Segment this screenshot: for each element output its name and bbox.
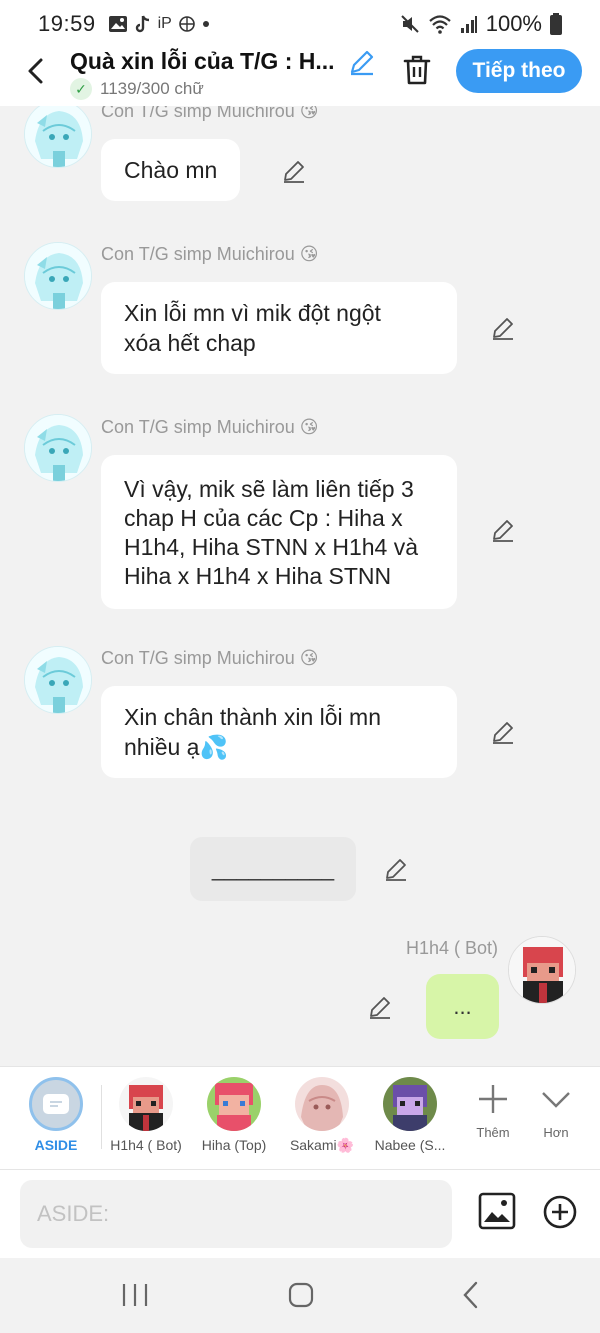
edit-title-icon[interactable]	[348, 48, 376, 76]
edit-message-icon[interactable]	[367, 994, 393, 1020]
sender-name: Con T/G simp Muichirou 😘	[101, 106, 319, 121]
character-label: Sakami🌸	[289, 1137, 355, 1153]
message-line: Xin chân thành xin lỗi mn	[124, 704, 381, 730]
add-label: Thêm	[476, 1125, 510, 1140]
character-h1h4[interactable]: H1h4 ( Bot)	[104, 1077, 188, 1153]
pixel-avatar-image	[207, 1077, 261, 1131]
character-divider	[101, 1085, 102, 1149]
message-bubble[interactable]: Vì vậy, mik sẽ làm liên tiếp 3 chap H củ…	[101, 455, 457, 609]
mute-icon	[401, 15, 419, 33]
author-avatar[interactable]	[24, 242, 92, 310]
character-avatar	[207, 1077, 261, 1131]
gallery-icon	[108, 16, 127, 32]
back-button[interactable]	[20, 56, 50, 86]
recents-icon[interactable]	[120, 1282, 150, 1308]
bot-avatar[interactable]	[508, 936, 576, 1004]
chevron-down-icon	[542, 1092, 570, 1108]
image-icon[interactable]	[478, 1192, 516, 1230]
status-time: 19:59	[38, 11, 96, 36]
anime-avatar-image	[25, 415, 91, 481]
character-hiha[interactable]: Hiha (Top)	[192, 1077, 276, 1153]
sender-name: Con T/G simp Muichirou 😘	[101, 244, 319, 264]
wifi-icon	[428, 15, 451, 34]
author-avatar[interactable]	[24, 414, 92, 482]
author-avatar[interactable]	[24, 106, 92, 168]
character-avatar	[383, 1077, 437, 1131]
author-avatar[interactable]	[24, 646, 92, 714]
bot-sender-name: H1h4 ( Bot)	[405, 938, 498, 958]
nav-back-icon[interactable]	[460, 1280, 482, 1310]
next-button[interactable]: Tiếp theo	[456, 49, 582, 93]
message-line: nhiều ạ💦	[124, 734, 229, 760]
battery-percent: 100%	[485, 11, 542, 36]
message-line: Vì vậy, mik sẽ làm liên tiếp 3	[124, 476, 414, 502]
character-label: ASIDE	[34, 1137, 78, 1153]
message-input[interactable]	[20, 1180, 452, 1248]
message-bubble[interactable]: Chào mn	[101, 139, 241, 201]
message-icon	[43, 1094, 69, 1114]
battery-icon	[550, 13, 562, 35]
bot-message-bubble[interactable]: ...	[426, 974, 499, 1039]
message-line: Xin lỗi mn vì mik đột ngột	[124, 300, 381, 326]
character-avatar	[295, 1077, 349, 1131]
notification-icons: iP	[108, 14, 210, 34]
sender-name: Con T/G simp Muichirou 😘	[101, 417, 319, 437]
add-circle-icon[interactable]	[542, 1194, 578, 1230]
more-characters-button[interactable]: Hơn	[526, 1083, 586, 1140]
tiktok-icon	[135, 15, 149, 33]
check-icon: ✓	[70, 78, 92, 100]
anime-avatar-image	[295, 1077, 349, 1131]
add-character-button[interactable]: Thêm	[463, 1083, 523, 1140]
plus-icon	[479, 1085, 507, 1113]
more-label: Hơn	[543, 1125, 569, 1140]
edit-message-icon[interactable]	[490, 517, 516, 543]
character-label: Hiha (Top)	[201, 1137, 267, 1153]
dot-icon	[202, 21, 209, 27]
character-aside[interactable]: ASIDE	[14, 1077, 98, 1153]
pinwheel-icon	[178, 16, 195, 32]
edit-message-icon[interactable]	[281, 158, 307, 184]
system-nav-bar	[0, 1258, 600, 1333]
anime-avatar-image	[25, 243, 91, 309]
pixel-avatar-image	[509, 937, 575, 1003]
word-count-text: 1139/300 chữ	[100, 79, 204, 98]
character-nabee[interactable]: Nabee (S...	[368, 1077, 452, 1153]
aside-avatar	[29, 1077, 83, 1131]
message-line: chap H của các Cp : Hiha x	[124, 505, 403, 531]
edit-message-icon[interactable]	[383, 856, 409, 882]
character-sakami[interactable]: Sakami🌸	[280, 1077, 364, 1154]
anime-avatar-image	[25, 106, 91, 167]
chat-area[interactable]: Con T/G simp Muichirou 😘 Chào mn Con T/G…	[0, 106, 600, 1066]
story-title: Quà xin lỗi của T/G : H...	[70, 48, 335, 74]
ip-icon: iP	[157, 15, 172, 32]
pixel-avatar-image	[119, 1077, 173, 1131]
signal-icon	[460, 16, 477, 33]
status-bar: 19:59 iP 100%	[0, 0, 600, 48]
character-selector: ASIDE H1h4 ( Bot) Hiha (Top) Sakami🌸 Nab…	[0, 1066, 600, 1170]
message-line: xóa hết chap	[124, 330, 256, 356]
message-bubble[interactable]: Xin chân thành xin lỗi mn nhiều ạ💦	[101, 686, 457, 778]
message-bubble[interactable]: Xin lỗi mn vì mik đột ngột xóa hết chap	[101, 282, 457, 374]
word-count: ✓ 1139/300 chữ	[70, 78, 204, 100]
app-header: Quà xin lỗi của T/G : H... ✓ 1139/300 ch…	[0, 48, 600, 106]
edit-message-icon[interactable]	[490, 315, 516, 341]
character-avatar	[119, 1077, 173, 1131]
sender-name: Con T/G simp Muichirou 😘	[101, 648, 319, 668]
message-line: Hiha x H1h4 x Hiha STNN	[124, 563, 392, 589]
scene-divider-bubble[interactable]: __________	[190, 837, 356, 901]
chevron-left-icon	[28, 58, 43, 84]
anime-avatar-image	[25, 647, 91, 713]
message-line: Chào mn	[124, 157, 218, 183]
composer	[0, 1170, 600, 1258]
pixel-avatar-image	[383, 1077, 437, 1131]
trash-icon[interactable]	[402, 54, 432, 86]
character-label: Nabee (S...	[374, 1137, 446, 1153]
home-icon[interactable]	[288, 1282, 314, 1308]
message-line: H1h4, Hiha STNN x H1h4 và	[124, 534, 419, 560]
status-right: 100%	[400, 11, 562, 37]
edit-message-icon[interactable]	[490, 719, 516, 745]
character-label: H1h4 ( Bot)	[110, 1137, 182, 1153]
